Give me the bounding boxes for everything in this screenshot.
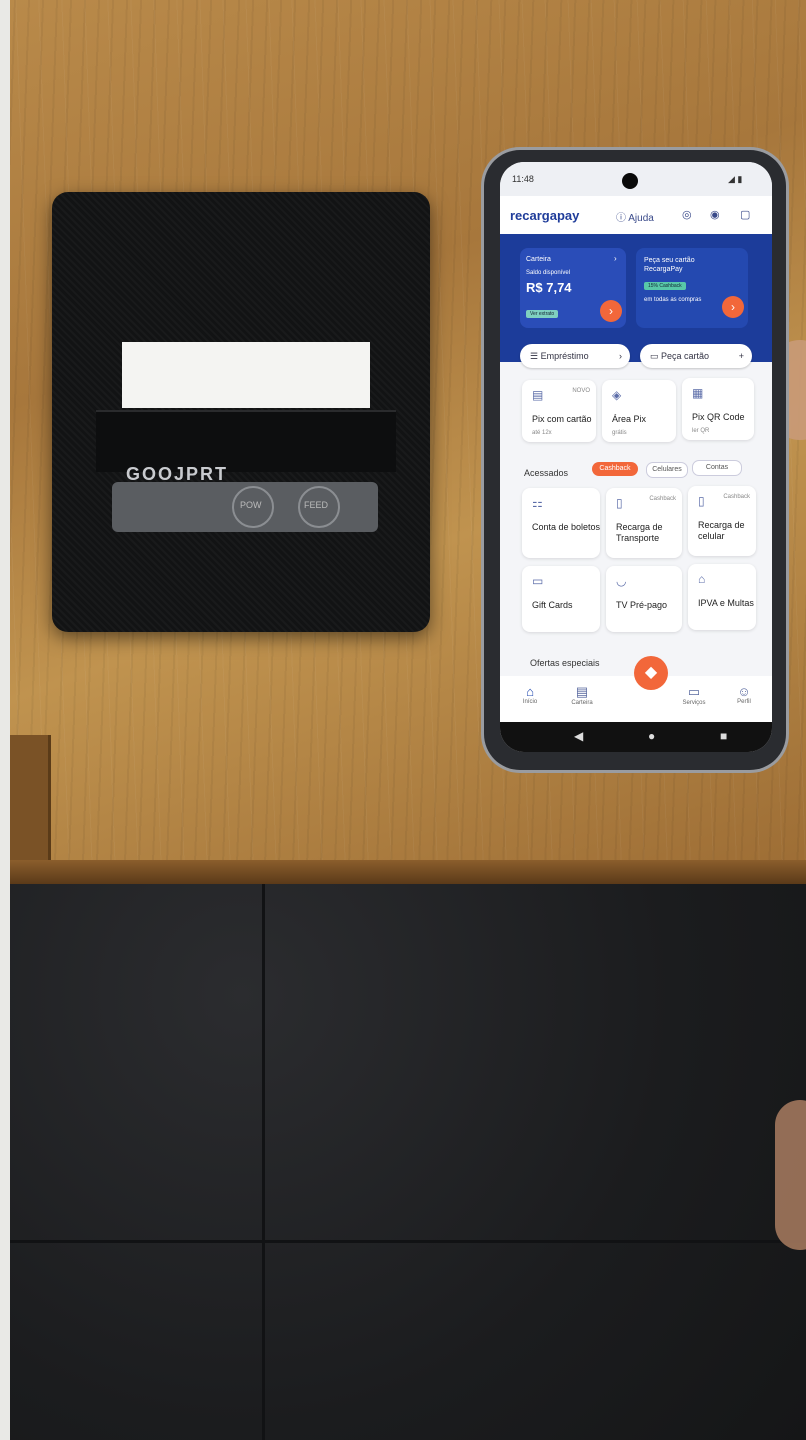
- qrcode-icon: ▦: [692, 386, 704, 400]
- chip-celulares[interactable]: Celulares: [646, 462, 688, 478]
- gift-icon: ▭: [532, 574, 544, 588]
- status-time: 11:48: [512, 174, 534, 184]
- status-bar: 11:48 ◢ ▮: [500, 162, 772, 196]
- chevron-right-icon: ›: [614, 254, 617, 263]
- nav-wallet[interactable]: ▤ Carteira: [560, 684, 604, 706]
- home-icon: ⌂: [526, 684, 534, 699]
- loan-button[interactable]: ☰ Empréstimo ›: [520, 344, 630, 368]
- tv-icon: ◡: [616, 574, 627, 588]
- bell-icon[interactable]: ▢: [740, 208, 750, 221]
- card-icon: ▤: [532, 388, 544, 402]
- tile-pix-card[interactable]: ▤ NOVO Pix com cartão até 12x: [522, 380, 596, 442]
- wallet-icon: ▤: [575, 684, 589, 699]
- recents-icon[interactable]: ■: [720, 729, 727, 743]
- chevron-right-icon: ›: [619, 351, 622, 361]
- nav-home[interactable]: ⌂ Início: [508, 684, 552, 705]
- pix-icon: ◈: [612, 388, 622, 402]
- feed-button[interactable]: FEED: [298, 486, 340, 528]
- home-circle-icon[interactable]: ●: [648, 729, 655, 743]
- cashback-tag: 15% Cashback: [644, 282, 686, 290]
- table-edge: [0, 860, 806, 884]
- balance-value: R$ 7,74: [526, 280, 572, 295]
- shield-icon[interactable]: ◎: [682, 208, 692, 221]
- printer-panel: GOOJPRT POW FEED: [112, 464, 378, 532]
- tile-ipva[interactable]: ⌂ IPVA e Multas: [688, 564, 756, 630]
- back-icon[interactable]: ◀: [574, 729, 583, 743]
- services-icon: ▭: [687, 684, 701, 699]
- promo-arrow-button[interactable]: ›: [722, 296, 744, 318]
- chip-contas[interactable]: Contas: [692, 460, 742, 476]
- tile-gift-cards[interactable]: ▭ Gift Cards: [522, 566, 600, 632]
- wallet-arrow-button[interactable]: ›: [600, 300, 622, 322]
- offers-title: Ofertas especiais: [530, 658, 600, 668]
- pix-fab-button[interactable]: ◆: [634, 656, 668, 690]
- app-logo: recargapay: [510, 208, 580, 223]
- tile-bills[interactable]: ⚏ Conta de boletos: [522, 488, 600, 558]
- nav-profile[interactable]: ☺ Perfil: [722, 684, 766, 705]
- phone-icon: ▯: [698, 494, 705, 508]
- request-card-button[interactable]: ▭ Peça cartão +: [640, 344, 752, 368]
- chip-cashback[interactable]: Cashback: [592, 462, 638, 476]
- card-icon: ▭: [650, 351, 662, 361]
- eye-icon[interactable]: ◉: [710, 208, 720, 221]
- help-button[interactable]: ⓘ Ajuda: [616, 209, 654, 224]
- nav-services[interactable]: ▭ Serviços: [672, 684, 716, 706]
- tile-mobile-recharge[interactable]: ▯ Cashback Recarga de celular: [688, 486, 756, 556]
- tile-pix-area[interactable]: ◈ Área Pix grátis: [602, 380, 676, 442]
- loan-icon: ☰: [530, 351, 541, 361]
- system-nav-bar: ◀ ● ■: [500, 722, 772, 752]
- floor: [0, 884, 806, 1440]
- bottom-nav: ⌂ Início ▤ Carteira ▭ Serviços ☺ Perfil: [500, 676, 772, 722]
- floor-tile-line: [0, 1240, 806, 1243]
- status-icons: ◢ ▮: [728, 174, 743, 184]
- camera-hole: [622, 173, 638, 189]
- hand: [775, 1100, 806, 1250]
- wallet-card[interactable]: Carteira › Saldo disponível R$ 7,74 Ver …: [520, 248, 626, 328]
- receipt-paper: [122, 342, 370, 408]
- printer-pocket: [96, 410, 396, 472]
- promo-card[interactable]: Peça seu cartão RecargaPay 15% Cashback …: [636, 248, 748, 328]
- tile-transport[interactable]: ▯ Cashback Recarga de Transporte: [606, 488, 682, 558]
- floor-tile-line: [262, 884, 265, 1440]
- tile-tv-prepaid[interactable]: ◡ TV Pré-pago: [606, 566, 682, 632]
- statement-tag[interactable]: Ver extrato: [526, 310, 559, 318]
- section-title: Acessados: [524, 468, 569, 478]
- power-button[interactable]: POW: [232, 486, 274, 528]
- profile-icon: ☺: [737, 684, 751, 699]
- phone-screen: 11:48 ◢ ▮ recargapay ⓘ Ajuda ◎ ◉ ▢ Carte…: [500, 162, 772, 752]
- help-icon: ⓘ: [616, 213, 629, 224]
- printer-label: GOOJPRT: [126, 464, 229, 484]
- frame-edge: [0, 0, 10, 1440]
- plus-icon: +: [738, 351, 744, 361]
- app-header: recargapay ⓘ Ajuda ◎ ◉ ▢: [500, 196, 772, 234]
- barcode-icon: ⚏: [532, 496, 543, 510]
- pix-icon: ◆: [644, 664, 658, 681]
- bus-icon: ▯: [616, 496, 623, 510]
- car-icon: ⌂: [698, 572, 706, 586]
- tile-pix-qrcode[interactable]: ▦ Pix QR Code ler QR: [682, 378, 754, 440]
